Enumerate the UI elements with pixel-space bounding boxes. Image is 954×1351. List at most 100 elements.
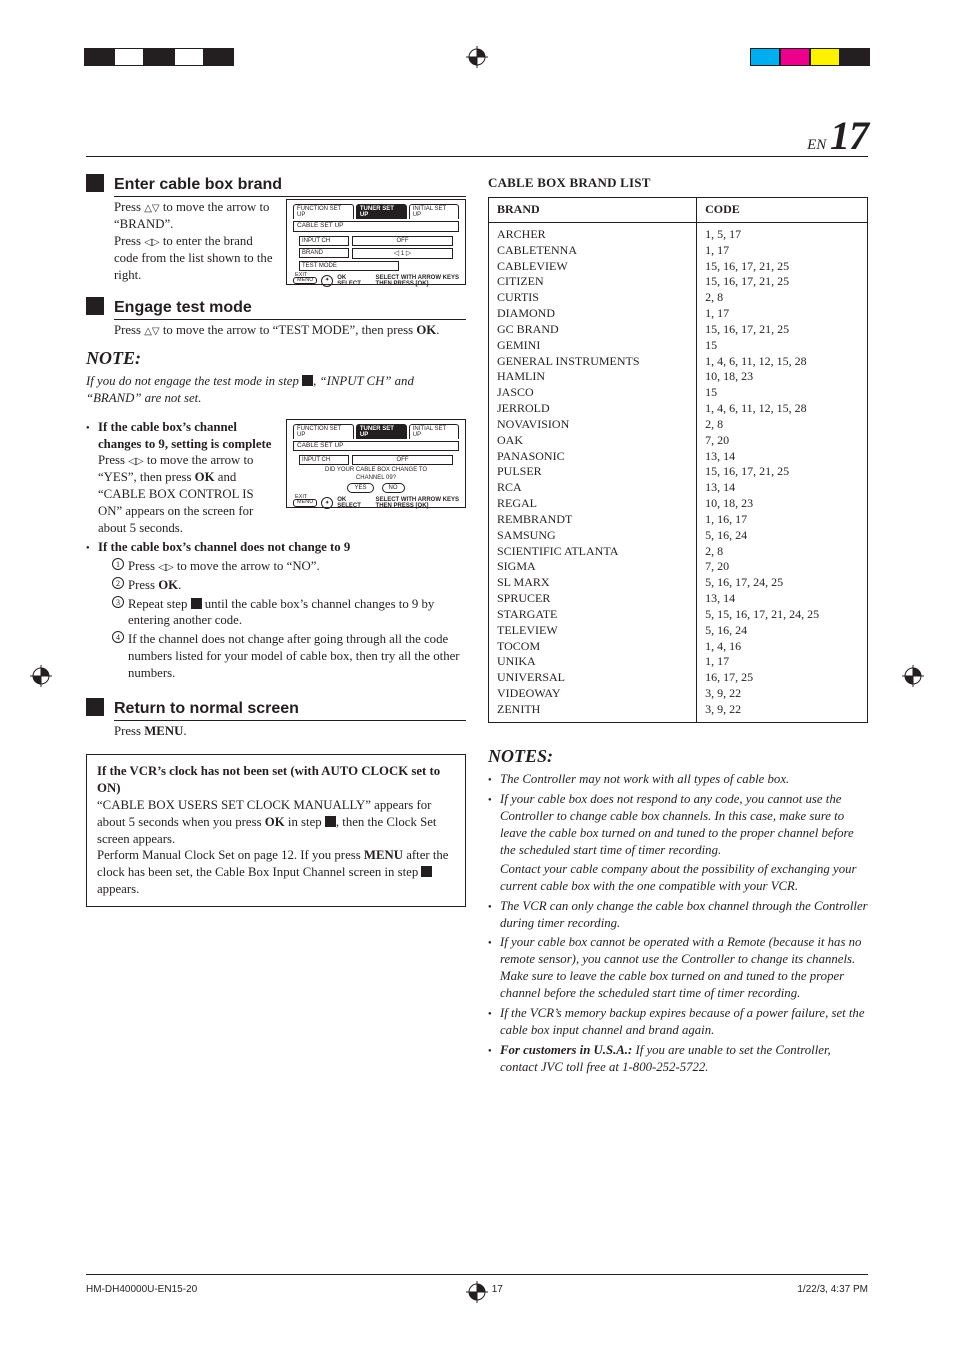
step-title: Return to normal screen bbox=[114, 698, 466, 721]
step-engage-test-mode: Engage test mode Press to move the arrow… bbox=[86, 297, 466, 339]
osd-field-value: OFF bbox=[352, 236, 453, 246]
up-arrow-icon bbox=[144, 200, 152, 214]
step-title: Engage test mode bbox=[114, 297, 466, 320]
osd-field-label: BRAND bbox=[299, 248, 349, 258]
brand-codes-cell: 1, 5, 171, 1715, 16, 17, 21, 2515, 16, 1… bbox=[697, 222, 868, 722]
circled-number-icon: 4 bbox=[112, 631, 124, 643]
printer-marks-right bbox=[750, 48, 870, 66]
step-ref-icon bbox=[421, 866, 432, 877]
osd-tab-active: TUNER SET UP bbox=[356, 424, 407, 439]
note-item: If the VCR’s memory backup expires becau… bbox=[488, 1005, 868, 1039]
bullet-icon bbox=[488, 934, 500, 1002]
brand-table: BRANDCODE ARCHERCABLETENNACABLEVIEWCITIZ… bbox=[488, 197, 868, 723]
page-number: EN 17 bbox=[807, 112, 868, 159]
circled-number-icon: 2 bbox=[112, 577, 124, 589]
note-body: If you do not engage the test mode in st… bbox=[86, 373, 466, 407]
column-right: CABLE BOX BRAND LIST BRANDCODE ARCHERCAB… bbox=[486, 174, 868, 1079]
left-arrow-icon bbox=[128, 453, 136, 467]
osd-tab: FUNCTION SET UP bbox=[293, 204, 354, 219]
case-title: If the cable box’s channel does not chan… bbox=[98, 540, 350, 554]
step-return-normal: Return to normal screen Press MENU. bbox=[86, 698, 466, 740]
osd-figure-brand: FUNCTION SET UP TUNER SET UP INITIAL SET… bbox=[286, 199, 466, 285]
printmarks-top bbox=[0, 48, 954, 72]
header-rule bbox=[86, 156, 868, 157]
note-item: If your cable box does not respond to an… bbox=[488, 791, 868, 894]
bullet-icon bbox=[488, 898, 500, 932]
note-item: The Controller may not work with all typ… bbox=[488, 771, 868, 788]
bullet-icon bbox=[488, 771, 500, 788]
bullet-icon bbox=[488, 1042, 500, 1076]
boxed-text: Perform Manual Clock Set on page 12. If … bbox=[97, 847, 455, 898]
osd-panel-title: CABLE SET UP bbox=[293, 221, 459, 232]
osd-yes-button: YES bbox=[347, 483, 373, 493]
footer-right: 1/22/3, 4:37 PM bbox=[797, 1284, 868, 1295]
step-marker bbox=[86, 174, 104, 192]
osd-message: CHANNEL 09? bbox=[299, 475, 453, 481]
osd-tab: FUNCTION SET UP bbox=[293, 424, 354, 439]
registration-mark-right bbox=[902, 665, 924, 687]
substep-3: 3Repeat step until the cable box’s chann… bbox=[112, 596, 466, 630]
note-item: If your cable box cannot be operated wit… bbox=[488, 934, 868, 1002]
substep-1: 1Press to move the arrow to “NO”. bbox=[112, 558, 466, 575]
boxed-note: If the VCR’s clock has not been set (wit… bbox=[86, 754, 466, 907]
step-marker bbox=[86, 297, 104, 315]
step-text: Press to move the arrow to “TEST MODE”, … bbox=[114, 322, 466, 339]
bullet-icon bbox=[86, 539, 98, 684]
osd-field-value: ◁ 1 ▷ bbox=[352, 248, 453, 259]
registration-mark-bottom bbox=[466, 1281, 488, 1303]
down-arrow-icon bbox=[152, 323, 160, 337]
step-ref-icon bbox=[325, 816, 336, 827]
notes-list: The Controller may not work with all typ… bbox=[488, 771, 868, 1075]
content-area: EN 17 Enter cable box brand FUNCT bbox=[86, 112, 868, 1255]
osd-field-value: OFF bbox=[352, 455, 453, 465]
up-arrow-icon bbox=[144, 323, 152, 337]
case-title: If the cable box’s channel changes to 9,… bbox=[98, 420, 271, 451]
left-arrow-icon bbox=[158, 559, 166, 573]
page-prefix: EN bbox=[807, 137, 826, 153]
note-item: For customers in U.S.A.: If you are unab… bbox=[488, 1042, 868, 1076]
note-item: The VCR can only change the cable box ch… bbox=[488, 898, 868, 932]
circled-number-icon: 3 bbox=[112, 596, 124, 608]
bullet-icon bbox=[488, 1005, 500, 1039]
osd-field-label: TEST MODE bbox=[299, 261, 399, 271]
osd-tab: INITIAL SET UP bbox=[409, 424, 459, 439]
osd-no-button: NO bbox=[382, 483, 405, 493]
th-brand: BRAND bbox=[489, 198, 697, 223]
step-marker bbox=[86, 698, 104, 716]
osd-field-label: INPUT CH bbox=[299, 236, 349, 246]
osd-figure-test: FUNCTION SET UP TUNER SET UP INITIAL SET… bbox=[286, 419, 466, 508]
case-channel-not-change: If the cable box’s channel does not chan… bbox=[86, 539, 466, 684]
right-arrow-icon bbox=[166, 559, 174, 573]
osd-panel-title: CABLE SET UP bbox=[293, 441, 459, 452]
step-text: Press MENU. bbox=[114, 723, 466, 740]
circled-number-icon: 1 bbox=[112, 558, 124, 570]
brand-names-cell: ARCHERCABLETENNACABLEVIEWCITIZENCURTISDI… bbox=[489, 222, 697, 722]
notes-heading: NOTES: bbox=[488, 745, 868, 769]
page: EN 17 Enter cable box brand FUNCT bbox=[0, 0, 954, 1351]
printer-marks-left bbox=[84, 48, 234, 66]
osd-tab-active: TUNER SET UP bbox=[356, 204, 407, 219]
osd-field-label: INPUT CH bbox=[299, 455, 349, 465]
case-channel-changes: FUNCTION SET UP TUNER SET UP INITIAL SET… bbox=[86, 419, 466, 537]
th-code: CODE bbox=[697, 198, 868, 223]
registration-mark-left bbox=[30, 665, 52, 687]
boxed-title: If the VCR’s clock has not been set (wit… bbox=[97, 763, 455, 797]
footer-left: HM-DH40000U-EN15-20 bbox=[86, 1284, 197, 1295]
right-arrow-icon bbox=[136, 453, 144, 467]
bullet-icon bbox=[86, 419, 98, 537]
step-ref-icon bbox=[191, 598, 202, 609]
substep-4: 4If the channel does not change after go… bbox=[112, 631, 466, 682]
step-title: Enter cable box brand bbox=[114, 174, 466, 197]
down-arrow-icon bbox=[152, 200, 160, 214]
page-num: 17 bbox=[830, 113, 868, 158]
step-ref-icon bbox=[302, 375, 313, 386]
brand-list-title: CABLE BOX BRAND LIST bbox=[488, 174, 868, 191]
bullet-icon bbox=[488, 791, 500, 894]
right-arrow-icon bbox=[152, 234, 160, 248]
boxed-text: “CABLE BOX USERS SET CLOCK MANUALLY” app… bbox=[97, 797, 455, 848]
step-enter-brand: Enter cable box brand FUNCTION SET UP TU… bbox=[86, 174, 466, 285]
left-arrow-icon bbox=[144, 234, 152, 248]
registration-mark-top bbox=[466, 46, 488, 68]
osd-tab: INITIAL SET UP bbox=[409, 204, 459, 219]
footer-center: 17 bbox=[492, 1284, 503, 1295]
